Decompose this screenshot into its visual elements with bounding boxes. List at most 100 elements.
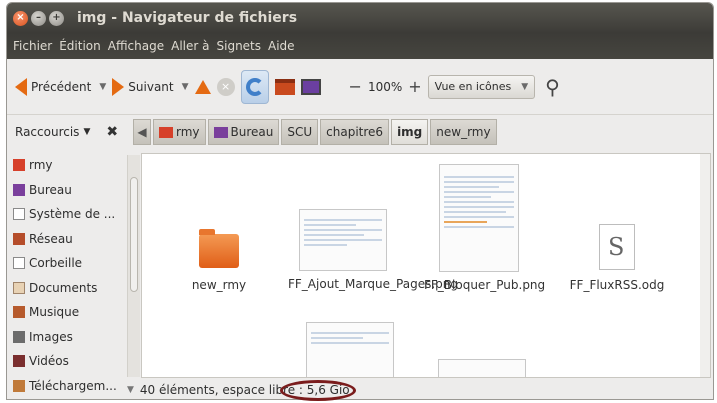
forward-history-dropdown-icon[interactable]: ▼ [182, 82, 189, 92]
back-button-label: Précédent [31, 79, 92, 94]
sidebar-item-label: rmy [29, 158, 53, 173]
forward-button[interactable]: Suivant ▼ [112, 77, 189, 96]
title-bar: × – + img - Navigateur de fichiers [7, 3, 713, 33]
image-thumbnail-icon[interactable] [438, 359, 526, 377]
videos-folder-icon [13, 355, 25, 368]
network-icon [13, 232, 25, 245]
zoom-in-icon[interactable]: + [408, 77, 421, 96]
home-icon [274, 78, 295, 95]
home-button[interactable] [274, 78, 295, 95]
downloads-folder-icon [13, 379, 25, 392]
sidebar-item-label: Système de ... [29, 207, 116, 222]
breadcrumb-chapitre6[interactable]: chapitre6 [320, 119, 390, 145]
music-folder-icon [13, 306, 25, 319]
computer-button[interactable] [300, 78, 321, 95]
sidebar-item-label: Bureau [29, 182, 72, 197]
zoom-control: − 100% + [343, 77, 428, 96]
sidebar-item-label: Images [29, 329, 73, 344]
sidebar-scrollbar[interactable] [127, 155, 140, 377]
sidebar-item-systeme[interactable]: Système de ... [7, 202, 127, 227]
view-mode-select[interactable]: Vue en icônes ▼ [427, 74, 536, 99]
file-name: new_rmy [191, 278, 247, 292]
trash-icon [13, 257, 25, 270]
menu-file[interactable]: Fichier [13, 39, 52, 53]
breadcrumb-bureau[interactable]: Bureau [207, 119, 280, 145]
image-thumbnail-icon [299, 209, 387, 271]
folder-icon [199, 229, 239, 268]
sidebar-item-telechargements[interactable]: Téléchargem... [7, 374, 127, 399]
breadcrumb-bureau-label: Bureau [230, 125, 274, 139]
up-button[interactable] [194, 79, 211, 94]
file-manager-window: × – + img - Navigateur de fichiers Fichi… [6, 2, 714, 400]
up-arrow-icon [194, 79, 211, 94]
window-title: img - Navigateur de fichiers [77, 10, 298, 26]
file-view: new_rmy FF_Ajout_Marque_Pages.png FF_Blo… [141, 153, 711, 378]
menu-bookmarks[interactable]: Signets [217, 39, 262, 53]
breadcrumb-scu[interactable]: SCU [281, 119, 319, 145]
desktop-icon [213, 126, 228, 138]
sidebar-item-corbeille[interactable]: Corbeille [7, 251, 127, 276]
stop-button[interactable]: × [216, 77, 235, 96]
sidebar-item-label: Musique [29, 305, 80, 320]
home-folder-icon [13, 159, 25, 172]
menu-view[interactable]: Affichage [108, 39, 164, 53]
file-item-ff-fluxrss[interactable]: S FF_FluxRSS.odg [562, 224, 672, 292]
file-item-new-rmy[interactable]: new_rmy [164, 229, 274, 292]
places-dropdown-icon: ▼ [83, 127, 91, 137]
zoom-level[interactable]: 100% [368, 80, 402, 94]
view-mode-dropdown-icon: ▼ [521, 81, 529, 92]
menu-edit[interactable]: Édition [59, 39, 101, 53]
places-dropdown[interactable]: Raccourcis ▼ ✖ [15, 124, 125, 140]
file-name: FF_FluxRSS.odg [569, 278, 665, 292]
breadcrumb-new-rmy[interactable]: new_rmy [430, 119, 497, 145]
sidebar-resize-icon[interactable]: ▼ [127, 385, 134, 395]
breadcrumb-img[interactable]: img [391, 119, 429, 145]
breadcrumb-rmy-label: rmy [176, 125, 200, 139]
zoom-out-icon[interactable]: − [349, 77, 362, 96]
minimize-window-button[interactable]: – [31, 10, 46, 26]
breadcrumb: ◀ rmy Bureau SCU chapitre6 img new_rmy [133, 119, 499, 145]
file-item-ff-bloquer-pub[interactable]: FF_Bloquer_Pub.png [424, 164, 546, 292]
filesystem-icon [13, 208, 25, 221]
sidebar-item-videos[interactable]: Vidéos [7, 349, 127, 374]
maximize-window-button[interactable]: + [49, 10, 64, 26]
back-arrow-icon [15, 77, 27, 96]
file-view-scrollbar[interactable] [700, 154, 710, 377]
drawing-document-icon: S [599, 224, 635, 270]
image-thumbnail-icon[interactable] [306, 322, 394, 377]
menu-go[interactable]: Aller à [171, 39, 209, 53]
sidebar-item-rmy[interactable]: rmy [7, 153, 127, 178]
documents-folder-icon [13, 281, 25, 294]
menu-help[interactable]: Aide [268, 39, 295, 53]
back-history-dropdown-icon[interactable]: ▼ [99, 82, 106, 92]
sidebar-item-label: Vidéos [29, 354, 69, 369]
sidebar-item-reseau[interactable]: Réseau [7, 227, 127, 252]
computer-icon [300, 78, 321, 95]
back-button[interactable]: Précédent ▼ [15, 77, 106, 96]
file-name: FF_Bloquer_Pub.png [424, 278, 546, 292]
status-bar: ▼ 40 éléments, espace libre : 5,6 Gio [127, 380, 707, 399]
sidebar-item-images[interactable]: Images [7, 325, 127, 350]
file-name: FF_Ajout_Marque_Pages.png [288, 277, 458, 291]
sidebar-item-label: Téléchargem... [29, 378, 117, 393]
reload-button[interactable] [240, 69, 269, 104]
breadcrumb-back-icon[interactable]: ◀ [133, 119, 151, 145]
location-bar: Raccourcis ▼ ✖ ◀ rmy Bureau SCU chapitre… [7, 115, 713, 149]
close-sidebar-icon[interactable]: ✖ [106, 124, 118, 140]
sidebar-item-musique[interactable]: Musique [7, 300, 127, 325]
places-header: Raccourcis [15, 125, 80, 139]
menu-bar: Fichier Édition Affichage Aller à Signet… [7, 33, 713, 59]
desktop-icon [13, 183, 25, 196]
forward-arrow-icon [112, 77, 125, 96]
sidebar-item-label: Documents [29, 280, 98, 295]
sidebar-item-bureau[interactable]: Bureau [7, 178, 127, 203]
sidebar-item-label: Réseau [29, 231, 73, 246]
sidebar-scrollbar-thumb[interactable] [130, 177, 138, 292]
images-folder-icon [13, 330, 25, 343]
breadcrumb-rmy[interactable]: rmy [153, 119, 206, 145]
search-icon[interactable]: ⚲ [545, 75, 560, 99]
file-item-ff-ajout-marque-pages[interactable]: FF_Ajout_Marque_Pages.png [288, 209, 458, 291]
image-thumbnail-icon [439, 164, 519, 272]
close-window-button[interactable]: × [13, 10, 28, 26]
sidebar-item-documents[interactable]: Documents [7, 276, 127, 301]
